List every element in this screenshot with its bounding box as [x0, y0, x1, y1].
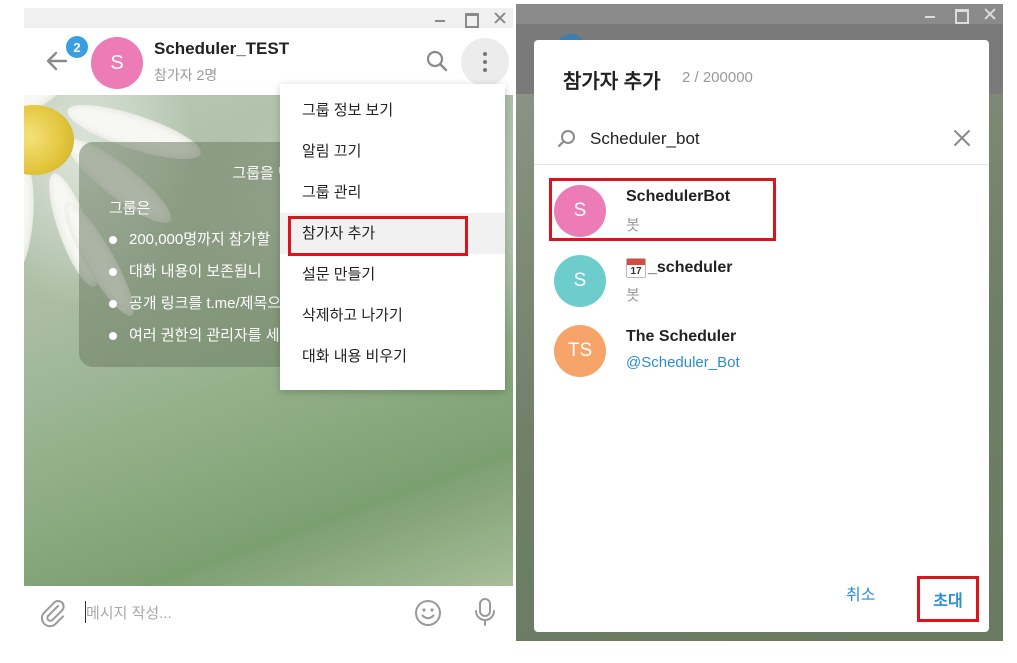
paperclip-icon	[40, 600, 65, 628]
username-link: @Scheduler_Bot	[626, 354, 740, 371]
user-name-text: _scheduler	[648, 259, 733, 276]
microphone-icon	[475, 598, 495, 626]
clear-search-button[interactable]	[950, 126, 974, 150]
smiley-icon	[415, 600, 441, 626]
add-members-dialog: 참가자 추가 2 / 200000 S SchedulerBot 봇 S 17 …	[534, 40, 989, 632]
menu-item-manage-group[interactable]: 그룹 관리	[280, 172, 505, 213]
maximize-icon[interactable]	[953, 7, 969, 24]
dialog-window: 참가자 추가 2 / 200000 S SchedulerBot 봇 S 17 …	[516, 4, 1003, 641]
user-status: 봇	[626, 287, 640, 304]
attach-button[interactable]	[38, 598, 68, 628]
title-bar	[24, 8, 513, 28]
member-count: 2 / 200000	[682, 69, 753, 86]
title-bar	[516, 4, 1003, 24]
more-vertical-icon	[483, 52, 487, 56]
close-icon[interactable]	[493, 11, 507, 25]
user-result-row[interactable]: S SchedulerBot 봇	[534, 175, 989, 245]
more-dot	[483, 68, 487, 72]
chat-context-menu: 그룹 정보 보기 알림 끄기 그룹 관리 참가자 추가 설문 만들기 삭제하고 …	[280, 84, 505, 390]
emoji-button[interactable]	[413, 598, 443, 628]
group-avatar[interactable]: S	[91, 37, 143, 89]
user-name: SchedulerBot	[626, 188, 730, 206]
avatar: S	[554, 185, 606, 237]
calendar-day: 17	[630, 266, 642, 277]
minimize-icon[interactable]	[923, 7, 937, 21]
user-name: The Scheduler	[626, 328, 736, 346]
message-input[interactable]	[86, 600, 386, 626]
card-intro: 그룹은	[109, 200, 151, 217]
search-icon	[426, 50, 448, 72]
cancel-button[interactable]: 취소	[846, 581, 875, 605]
menu-item-mute-notifications[interactable]: 알림 끄기	[280, 131, 505, 172]
user-status: 봇	[626, 217, 640, 234]
invite-button[interactable]: 초대	[917, 576, 979, 622]
voice-message-button[interactable]	[470, 596, 500, 628]
user-result-row[interactable]: S 17 _scheduler 봇	[534, 245, 989, 315]
close-icon	[954, 130, 970, 146]
minimize-icon[interactable]	[433, 11, 447, 25]
wallpaper-flower-center	[24, 105, 74, 175]
maximize-icon[interactable]	[463, 11, 479, 28]
member-search-input[interactable]	[590, 125, 930, 153]
menu-item-view-group-info[interactable]: 그룹 정보 보기	[280, 90, 505, 131]
dialog-title: 참가자 추가	[563, 71, 661, 93]
divider	[534, 164, 989, 165]
menu-item-create-poll[interactable]: 설문 만들기	[280, 254, 505, 295]
user-name-text: The Scheduler	[626, 328, 737, 345]
search-button[interactable]	[424, 48, 450, 74]
close-icon[interactable]	[983, 7, 997, 21]
wallpaper-petal	[24, 162, 38, 276]
calendar-icon: 17	[626, 258, 646, 278]
group-title[interactable]: Scheduler_TEST	[154, 39, 289, 59]
unread-badge: 2	[66, 36, 88, 58]
user-result-row[interactable]: TS The Scheduler @Scheduler_Bot	[534, 315, 989, 385]
menu-item-clear-history[interactable]: 대화 내용 비우기	[280, 336, 505, 377]
search-icon	[557, 130, 575, 148]
menu-item-add-members[interactable]: 참가자 추가	[280, 213, 505, 254]
user-name: 17 _scheduler	[626, 258, 732, 278]
message-composer	[24, 586, 513, 640]
chat-window: 2 S Scheduler_TEST 참가자 2명 그룹을 만드 그룹은 200…	[24, 8, 513, 640]
more-menu-button[interactable]	[461, 38, 509, 86]
avatar: TS	[554, 325, 606, 377]
more-dot	[483, 60, 487, 64]
menu-item-delete-and-leave[interactable]: 삭제하고 나가기	[280, 295, 505, 336]
avatar: S	[554, 255, 606, 307]
member-count-label: 참가자 2명	[154, 67, 218, 83]
user-name-text: SchedulerBot	[626, 188, 731, 205]
